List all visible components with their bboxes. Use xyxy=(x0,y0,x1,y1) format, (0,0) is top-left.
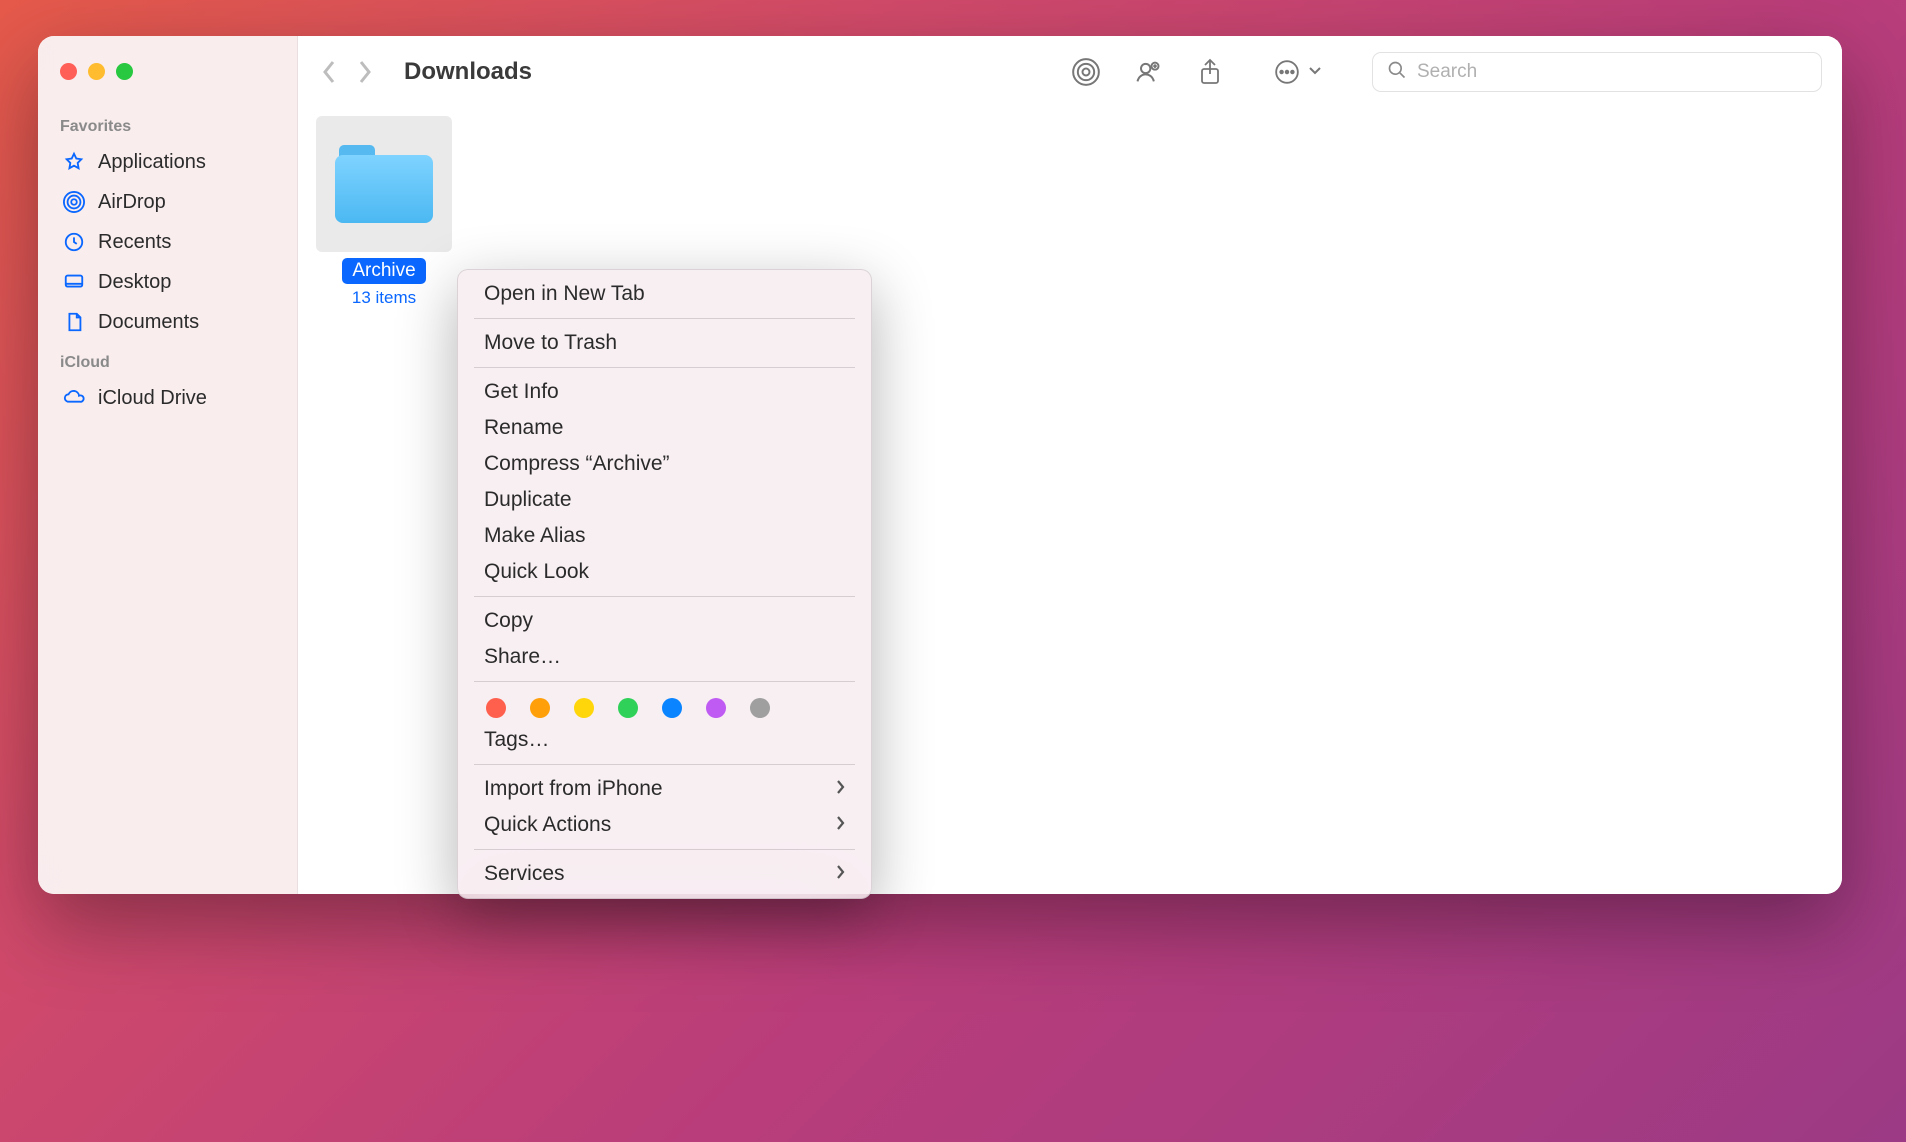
search-icon xyxy=(1387,60,1407,85)
airdrop-icon xyxy=(62,190,86,214)
back-button[interactable] xyxy=(318,57,340,87)
sidebar-item-label: Documents xyxy=(98,311,199,334)
sidebar: Favorites Applications AirDrop Recents D… xyxy=(38,36,298,894)
ctx-rename[interactable]: Rename xyxy=(458,410,871,446)
add-people-button[interactable] xyxy=(1134,58,1162,86)
recents-icon xyxy=(62,230,86,254)
sidebar-section-favorites-label: Favorites xyxy=(52,106,285,142)
forward-button[interactable] xyxy=(354,57,376,87)
fullscreen-window-button[interactable] xyxy=(116,63,133,80)
share-button[interactable] xyxy=(1196,58,1224,86)
chevron-right-icon xyxy=(836,813,845,837)
folder-icon xyxy=(335,145,433,223)
sidebar-item-icloud-drive[interactable]: iCloud Drive xyxy=(52,378,285,418)
folder-icon-well[interactable] xyxy=(316,116,452,252)
ctx-import-iphone[interactable]: Import from iPhone xyxy=(458,771,871,807)
icloud-icon xyxy=(62,386,86,410)
ctx-copy[interactable]: Copy xyxy=(458,603,871,639)
folder-item-archive[interactable]: Archive 13 items xyxy=(316,116,452,308)
tag-color-green[interactable] xyxy=(618,698,638,718)
search-field[interactable] xyxy=(1372,52,1822,92)
folder-item-count: 13 items xyxy=(316,288,452,308)
documents-icon xyxy=(62,310,86,334)
ctx-item-label: Services xyxy=(484,862,565,886)
ctx-move-to-trash[interactable]: Move to Trash xyxy=(458,325,871,361)
search-input[interactable] xyxy=(1417,61,1807,83)
ctx-separator xyxy=(474,764,855,765)
chevron-right-icon xyxy=(836,862,845,886)
tag-color-gray[interactable] xyxy=(750,698,770,718)
sidebar-item-desktop[interactable]: Desktop xyxy=(52,262,285,302)
ctx-services[interactable]: Services xyxy=(458,856,871,892)
window-title: Downloads xyxy=(404,58,532,86)
ctx-compress[interactable]: Compress “Archive” xyxy=(458,446,871,482)
ctx-get-info[interactable]: Get Info xyxy=(458,374,871,410)
chevron-down-icon xyxy=(1308,63,1322,81)
applications-icon xyxy=(62,150,86,174)
ctx-open-new-tab[interactable]: Open in New Tab xyxy=(458,276,871,312)
ctx-make-alias[interactable]: Make Alias xyxy=(458,518,871,554)
sidebar-item-label: Desktop xyxy=(98,271,171,294)
ctx-separator xyxy=(474,681,855,682)
minimize-window-button[interactable] xyxy=(88,63,105,80)
sidebar-item-label: AirDrop xyxy=(98,191,166,214)
sidebar-item-applications[interactable]: Applications xyxy=(52,142,285,182)
ctx-separator xyxy=(474,596,855,597)
tag-color-purple[interactable] xyxy=(706,698,726,718)
finder-window: Favorites Applications AirDrop Recents D… xyxy=(38,36,1842,894)
desktop-icon xyxy=(62,270,86,294)
context-menu: Open in New Tab Move to Trash Get Info R… xyxy=(457,269,872,899)
ctx-quick-actions[interactable]: Quick Actions xyxy=(458,807,871,843)
sidebar-item-label: Applications xyxy=(98,151,206,174)
tag-color-red[interactable] xyxy=(486,698,506,718)
ctx-separator xyxy=(474,318,855,319)
sidebar-item-label: iCloud Drive xyxy=(98,387,207,410)
toolbar: Downloads xyxy=(298,36,1842,108)
sidebar-section-icloud-label: iCloud xyxy=(52,342,285,378)
ctx-quick-look[interactable]: Quick Look xyxy=(458,554,871,590)
action-menu-button[interactable] xyxy=(1274,59,1322,85)
ctx-item-label: Import from iPhone xyxy=(484,777,663,801)
chevron-right-icon xyxy=(836,777,845,801)
toolbar-actions xyxy=(1072,58,1224,86)
tag-color-orange[interactable] xyxy=(530,698,550,718)
ctx-separator xyxy=(474,367,855,368)
airdrop-button[interactable] xyxy=(1072,58,1100,86)
sidebar-item-airdrop[interactable]: AirDrop xyxy=(52,182,285,222)
sidebar-item-documents[interactable]: Documents xyxy=(52,302,285,342)
ctx-separator xyxy=(474,849,855,850)
window-controls xyxy=(52,54,285,106)
ctx-tag-color-row xyxy=(458,688,871,722)
tag-color-blue[interactable] xyxy=(662,698,682,718)
sidebar-item-label: Recents xyxy=(98,231,171,254)
ctx-share[interactable]: Share… xyxy=(458,639,871,675)
sidebar-item-recents[interactable]: Recents xyxy=(52,222,285,262)
folder-name-label[interactable]: Archive xyxy=(342,258,425,284)
nav-arrows xyxy=(318,57,376,87)
close-window-button[interactable] xyxy=(60,63,77,80)
ctx-tags[interactable]: Tags… xyxy=(458,722,871,758)
ctx-item-label: Quick Actions xyxy=(484,813,611,837)
ctx-duplicate[interactable]: Duplicate xyxy=(458,482,871,518)
tag-color-yellow[interactable] xyxy=(574,698,594,718)
